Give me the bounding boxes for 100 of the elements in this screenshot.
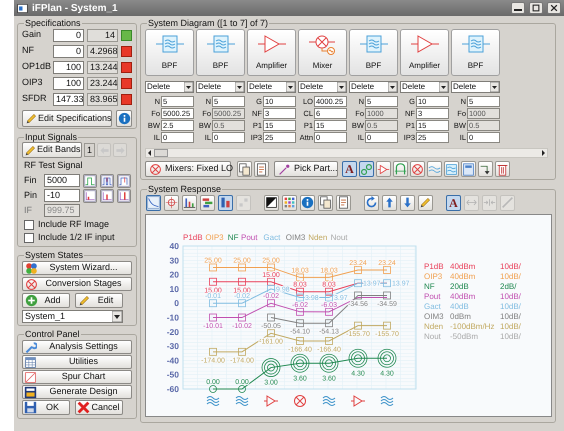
legend-division: 10dB/ bbox=[500, 322, 522, 332]
toolbar-button[interactable] bbox=[336, 194, 351, 210]
line-chart-icon bbox=[147, 196, 160, 209]
action-dropdown[interactable]: Delete bbox=[298, 81, 347, 93]
action-dropdown[interactable]: Delete bbox=[196, 81, 245, 93]
signal-button[interactable] bbox=[100, 188, 114, 202]
spur-chart-button[interactable]: Spur Chart bbox=[22, 370, 132, 384]
system-wizard-button[interactable]: System Wizard... bbox=[22, 261, 132, 275]
system-dropdown[interactable]: System_1 bbox=[22, 310, 123, 323]
filter-icon bbox=[206, 396, 220, 406]
crossed-circle-icon bbox=[25, 278, 38, 290]
info-icon bbox=[301, 196, 314, 209]
legend-scale: 20dB bbox=[450, 282, 470, 292]
analysis-settings-button[interactable]: Analysis Settings bbox=[22, 340, 132, 354]
action-dropdown[interactable]: Delete bbox=[247, 81, 296, 93]
data-point-marker bbox=[267, 329, 275, 338]
toolbar-button[interactable] bbox=[264, 194, 279, 210]
signal-button[interactable] bbox=[117, 174, 131, 188]
data-point-marker bbox=[383, 292, 391, 300]
app-icon bbox=[17, 2, 28, 14]
component-card[interactable]: Amplifier bbox=[400, 29, 449, 76]
scrollbar[interactable] bbox=[145, 148, 548, 158]
toolbar-button[interactable] bbox=[182, 194, 197, 210]
data-point-marker bbox=[238, 385, 246, 393]
steps-icon bbox=[237, 196, 250, 209]
component-card[interactable]: Amplifier bbox=[247, 29, 296, 76]
component-card[interactable]: BPF bbox=[145, 29, 194, 76]
filter-icon bbox=[236, 396, 248, 406]
contrast-icon bbox=[265, 196, 278, 209]
text-tool-button[interactable]: A bbox=[342, 161, 357, 177]
y-tick-label: 30 bbox=[170, 255, 179, 266]
mixer-mode-button[interactable]: Mixers: Fixed LO bbox=[145, 161, 231, 177]
data-point-marker bbox=[238, 264, 246, 272]
legend-label: OIP3 bbox=[424, 272, 444, 282]
group-title: System States bbox=[24, 250, 84, 260]
title-bar-button[interactable] bbox=[529, 2, 543, 14]
component-card[interactable]: Mixer bbox=[298, 29, 347, 76]
data-point-marker bbox=[354, 279, 362, 288]
y-tick-label: -20 bbox=[166, 326, 179, 337]
scrollbar-thumb[interactable] bbox=[154, 149, 168, 157]
link-icon bbox=[360, 162, 373, 176]
input-field[interactable]: 147.33 bbox=[53, 92, 84, 106]
action-dropdown[interactable]: Delete bbox=[400, 81, 449, 93]
legend-division: 2dB/ bbox=[500, 282, 518, 292]
text-tool-button[interactable]: A bbox=[446, 194, 461, 210]
input-field[interactable]: 100 bbox=[53, 60, 84, 74]
pencil-icon bbox=[24, 144, 37, 156]
toolbar-button[interactable] bbox=[237, 161, 252, 177]
action-dropdown[interactable]: Delete bbox=[451, 81, 500, 93]
utilities-button[interactable]: Utilities bbox=[22, 355, 132, 369]
data-point-marker bbox=[383, 322, 391, 330]
input-field[interactable]: 0 bbox=[53, 28, 84, 42]
dropdown-arrow-icon bbox=[286, 82, 295, 92]
input-field[interactable]: -10 bbox=[44, 189, 80, 202]
cancel-button[interactable]: Cancel bbox=[75, 400, 123, 415]
refresh-icon bbox=[365, 196, 378, 209]
toolbar-button[interactable] bbox=[254, 161, 269, 177]
input-field[interactable]: 100 bbox=[53, 76, 84, 90]
legend-division: 10dB/ bbox=[500, 262, 522, 272]
generate-design-button[interactable]: Generate Design bbox=[22, 385, 132, 399]
edit-button[interactable]: Edit bbox=[75, 293, 123, 308]
checkbox[interactable] bbox=[24, 220, 34, 230]
action-dropdown[interactable]: Delete bbox=[145, 81, 194, 93]
pick-part-button[interactable]: Pick Part... bbox=[274, 161, 338, 177]
signal-button[interactable] bbox=[117, 188, 131, 202]
dropdown-arrow-icon bbox=[112, 311, 122, 322]
data-point-marker bbox=[296, 274, 304, 282]
result-value: 23.244 bbox=[87, 76, 118, 90]
signal-button[interactable] bbox=[83, 174, 97, 188]
component-card[interactable]: BPF bbox=[196, 29, 245, 76]
checkbox[interactable] bbox=[24, 232, 34, 242]
pulse-icon bbox=[118, 174, 130, 186]
legend-division: 10dB/ bbox=[500, 292, 522, 302]
filter-icon bbox=[206, 33, 236, 55]
column-icon bbox=[219, 196, 232, 209]
input-field[interactable]: 0 bbox=[53, 44, 84, 58]
edit-specifications-button[interactable]: Edit Specifications bbox=[22, 110, 112, 127]
edit-bands-button[interactable]: Edit Bands bbox=[22, 142, 82, 158]
component-card[interactable]: BPF bbox=[349, 29, 398, 76]
field-label: OIP3 bbox=[22, 76, 44, 90]
y-tick-label: 0 bbox=[174, 298, 179, 308]
series-name: NF bbox=[228, 233, 238, 242]
component-card[interactable]: BPF bbox=[451, 29, 500, 76]
title-bar-button[interactable] bbox=[547, 2, 561, 14]
info-button[interactable] bbox=[116, 110, 132, 127]
signal-button[interactable] bbox=[83, 188, 97, 202]
add-button[interactable]: Add bbox=[22, 293, 70, 308]
ok-button[interactable]: OK bbox=[22, 400, 70, 415]
signal-button[interactable] bbox=[100, 174, 114, 188]
result-value: 14 bbox=[87, 28, 118, 42]
filter-icon bbox=[358, 33, 388, 55]
data-point-marker bbox=[383, 266, 391, 274]
pulse-icon bbox=[101, 174, 113, 186]
toolbar-button[interactable] bbox=[478, 161, 493, 177]
action-dropdown[interactable]: Delete bbox=[349, 81, 398, 93]
mixer-icon bbox=[149, 162, 162, 176]
conversion-stages-button[interactable]: Conversion Stages bbox=[22, 277, 132, 291]
title-bar-button[interactable] bbox=[511, 2, 525, 14]
input-field[interactable]: 5000 bbox=[44, 174, 80, 187]
toolbar-button[interactable] bbox=[318, 194, 333, 210]
